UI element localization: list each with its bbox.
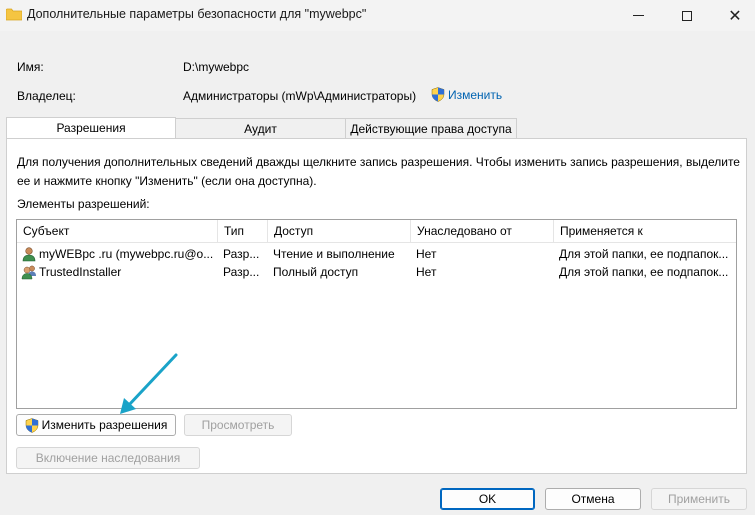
name-value: D:\mywebpc xyxy=(183,60,250,74)
row-subject: TrustedInstaller xyxy=(39,265,122,279)
tab-effective-access-label: Действующие права доступа xyxy=(350,121,512,136)
folder-icon xyxy=(6,8,22,21)
user-icon xyxy=(22,247,36,262)
tab-audit-label: Аудит xyxy=(244,121,277,136)
owner-value: Администраторы (mWp\Администраторы) xyxy=(183,89,417,103)
table-row[interactable]: TrustedInstaller Разр... Полный доступ Н… xyxy=(17,263,736,281)
owner-label: Владелец: xyxy=(17,89,76,103)
column-access[interactable]: Доступ xyxy=(268,220,411,243)
info-text: Для получения дополнительных сведений дв… xyxy=(17,155,740,188)
maximize-button[interactable] xyxy=(664,0,710,31)
change-owner-link-label[interactable]: Изменить xyxy=(448,88,502,102)
change-permissions-label: Изменить разрешения xyxy=(41,418,168,432)
row-applies: Для этой папки, ее подпапок... xyxy=(559,265,729,279)
window-title: Дополнительные параметры безопасности дл… xyxy=(27,7,367,21)
row-inherited: Нет xyxy=(416,265,437,279)
permissions-panel: Для получения дополнительных сведений дв… xyxy=(6,138,747,474)
view-button[interactable]: Просмотреть xyxy=(184,414,292,436)
uac-shield-icon xyxy=(431,87,445,102)
column-inherited[interactable]: Унаследовано от xyxy=(411,220,554,243)
tab-effective-access[interactable]: Действующие права доступа xyxy=(345,118,517,138)
enable-inheritance-button[interactable]: Включение наследования xyxy=(16,447,200,469)
row-applies: Для этой папки, ее подпапок... xyxy=(559,247,729,261)
ok-button[interactable]: OK xyxy=(440,488,535,510)
minimize-button[interactable] xyxy=(615,0,661,31)
tab-permissions-label: Разрешения xyxy=(56,121,126,135)
maximize-icon xyxy=(682,10,692,21)
tab-permissions[interactable]: Разрешения xyxy=(6,117,176,138)
row-access: Полный доступ xyxy=(273,265,359,279)
name-label: Имя: xyxy=(17,60,44,74)
table-row[interactable]: myWEBpc .ru (mywebpc.ru@o... Разр... Чте… xyxy=(17,245,736,263)
tab-audit[interactable]: Аудит xyxy=(175,118,346,138)
row-access: Чтение и выполнение xyxy=(273,247,395,261)
title-bar: Дополнительные параметры безопасности дл… xyxy=(0,0,755,31)
column-type[interactable]: Тип xyxy=(218,220,268,243)
user-group-icon xyxy=(21,265,36,280)
close-icon: ✕ xyxy=(728,5,742,25)
tab-strip: Разрешения Аудит Действующие права досту… xyxy=(6,117,746,138)
column-applies[interactable]: Применяется к xyxy=(554,220,736,243)
row-type: Разр... xyxy=(223,265,260,279)
column-subject[interactable]: Субъект xyxy=(17,220,218,243)
dialog-footer: OK Отмена Применить xyxy=(0,480,755,515)
permission-entries-label: Элементы разрешений: xyxy=(17,197,150,211)
close-button[interactable]: ✕ xyxy=(712,0,755,31)
row-type: Разр... xyxy=(223,247,260,261)
change-owner-link[interactable]: Изменить xyxy=(431,87,502,102)
annotation-arrow-icon xyxy=(120,353,178,414)
uac-shield-icon xyxy=(25,417,38,433)
apply-button[interactable]: Применить xyxy=(651,488,747,510)
list-header: Субъект Тип Доступ Унаследовано от Приме… xyxy=(17,220,736,243)
row-subject: myWEBpc .ru (mywebpc.ru@o... xyxy=(39,247,214,261)
cancel-button[interactable]: Отмена xyxy=(545,488,641,510)
minimize-icon xyxy=(632,15,644,16)
row-inherited: Нет xyxy=(416,247,437,261)
